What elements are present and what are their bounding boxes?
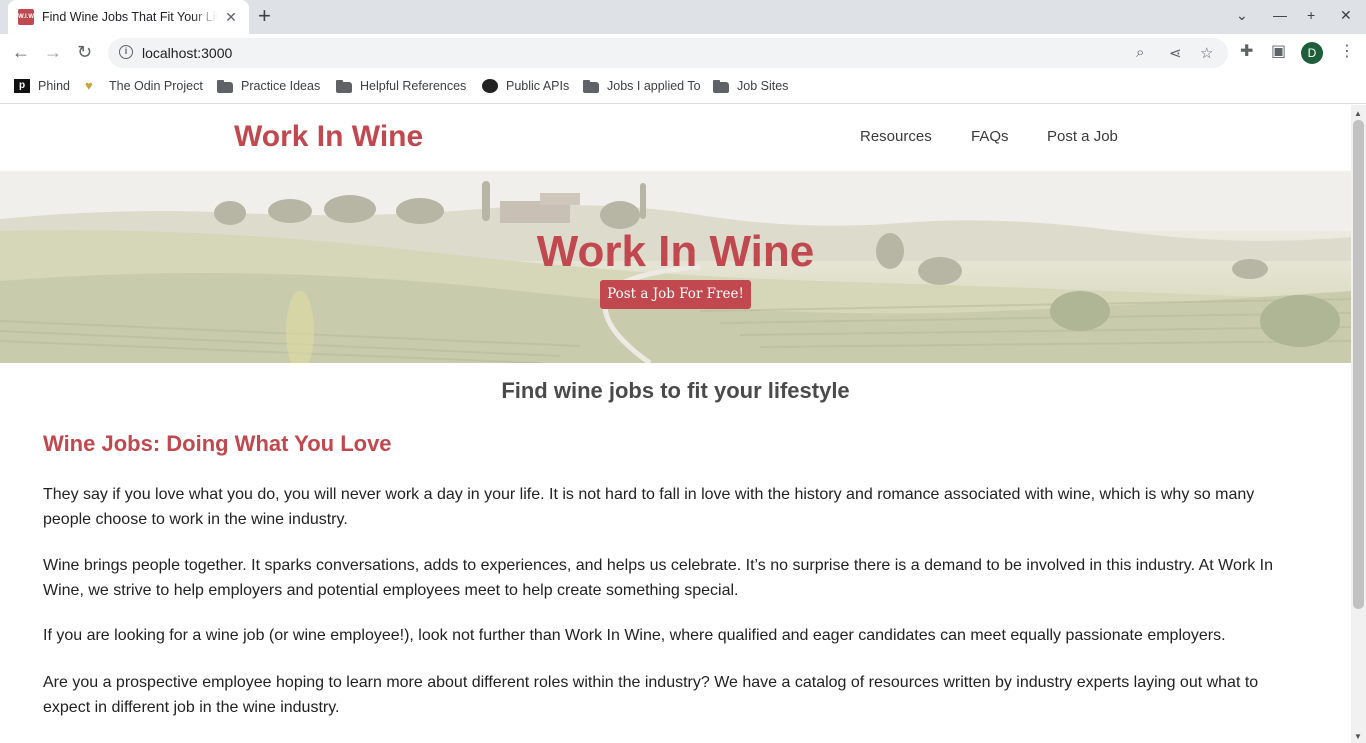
extensions-icon[interactable]: ✚ [1240,44,1253,60]
tab-strip: W.I.W Find Wine Jobs That Fit Your Life … [0,0,1366,34]
bookmark-jobs-applied[interactable]: Jobs I applied To [583,78,701,94]
bookmark-label: Job Sites [737,79,789,93]
page-viewport: Work In Wine Resources FAQs Post a Job W… [0,105,1351,743]
maximize-icon[interactable]: + [1307,7,1315,23]
side-panel-icon[interactable]: ▣ [1271,44,1286,60]
github-icon [482,79,498,93]
browser-tab[interactable]: W.I.W Find Wine Jobs That Fit Your Life … [8,0,249,34]
bookmark-label: Practice Ideas [241,79,321,93]
scrollbar-thumb[interactable] [1353,120,1364,609]
page-scrollbar[interactable]: ▲ ▼ [1351,105,1366,743]
menu-kebab-icon[interactable]: ⋮ [1339,44,1355,60]
site-header: Work In Wine Resources FAQs Post a Job [0,105,1351,171]
bookmark-job-sites[interactable]: Job Sites [713,78,788,94]
folder-icon [336,79,352,93]
folder-icon [713,79,729,93]
intro-paragraph-4: Are you a prospective employee hoping to… [43,674,1259,716]
bookmarks-bar: p Phind ♥ The Odin Project Practice Idea… [0,71,1366,104]
tab-search-icon[interactable]: ⌄ [1236,7,1248,24]
bookmark-star-icon[interactable]: ☆ [1200,44,1213,62]
bookmark-helpful-references[interactable]: Helpful References [336,78,466,94]
tab-title: Find Wine Jobs That Fit Your Life [42,10,218,24]
intro-paragraph-1: They say if you love what you do, you wi… [43,486,1255,528]
bookmark-label: Helpful References [360,79,467,93]
bookmark-odin-project[interactable]: ♥ The Odin Project [85,78,203,94]
site-favicon-icon: W.I.W [18,9,34,25]
nav-faqs[interactable]: FAQs [971,128,1009,145]
address-bar[interactable]: i localhost:3000 ⌕ ⋖ ☆ [108,38,1228,68]
intro-paragraph-3: If you are looking for a wine job (or wi… [43,627,1226,644]
new-tab-icon[interactable]: + [258,5,271,27]
page-subtitle: Find wine jobs to fit your lifestyle [501,378,850,403]
bookmark-phind[interactable]: p Phind [14,78,70,94]
bookmark-label: Jobs I applied To [607,79,701,93]
share-icon[interactable]: ⋖ [1169,44,1182,62]
scroll-down-icon[interactable]: ▼ [1354,732,1362,741]
hero-title: Work In Wine [536,227,815,276]
back-icon[interactable]: ← [12,42,30,62]
site-logo[interactable]: Work In Wine [234,120,423,154]
phind-icon: p [14,79,30,93]
close-tab-icon[interactable]: ✕ [223,9,239,26]
url-text[interactable]: localhost:3000 [142,45,232,61]
section-heading: Wine Jobs: Doing What You Love [43,431,392,456]
bookmark-label: Public APIs [506,79,570,93]
browser-toolbar: ← → ↻ i localhost:3000 ⌕ ⋖ ☆ ✚ ▣ D ⋮ [0,34,1366,71]
intro-paragraph-2: Wine brings people together. It sparks c… [43,557,1274,599]
nav-post-a-job[interactable]: Post a Job [1047,128,1118,145]
folder-icon [217,79,233,93]
bookmark-label: The Odin Project [109,79,203,93]
post-job-free-button[interactable]: Post a Job For Free! [600,280,751,309]
close-window-icon[interactable]: ✕ [1340,7,1352,24]
bookmark-practice-ideas[interactable]: Practice Ideas [217,78,320,94]
forward-icon[interactable]: → [44,42,62,62]
bookmark-label: Phind [38,79,70,93]
nav-resources[interactable]: Resources [860,128,932,145]
minimize-icon[interactable]: — [1273,7,1287,23]
odin-icon: ♥ [85,78,93,93]
profile-avatar[interactable]: D [1301,42,1323,64]
hero-banner: Work In Wine Post a Job For Free! [0,171,1351,363]
zoom-icon[interactable]: ⌕ [1136,44,1144,61]
folder-icon [583,79,599,93]
bookmark-public-apis[interactable]: Public APIs [482,78,569,94]
scroll-up-icon[interactable]: ▲ [1354,109,1362,118]
reload-icon[interactable]: ↻ [77,42,92,62]
site-info-icon[interactable]: i [119,45,133,59]
